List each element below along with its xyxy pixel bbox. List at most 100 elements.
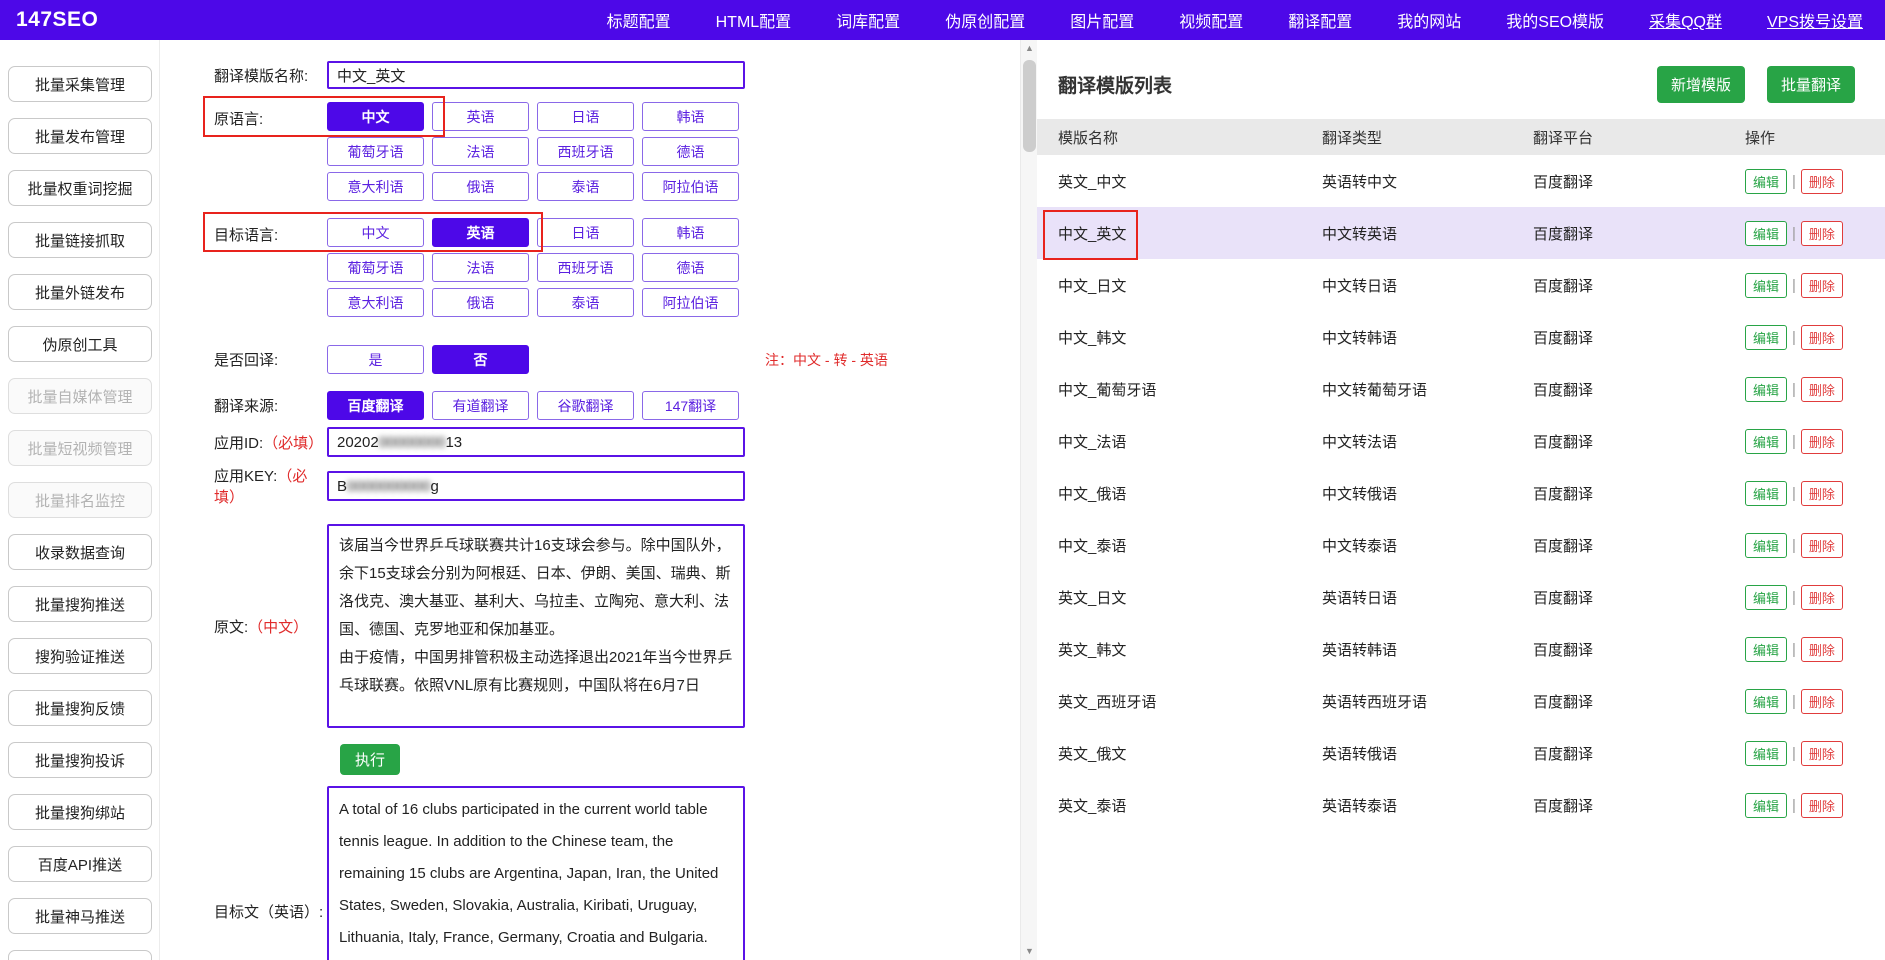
action-separator: | xyxy=(1792,589,1796,606)
target-language-option[interactable]: 阿拉伯语 xyxy=(642,288,739,317)
target-language-option[interactable]: 葡萄牙语 xyxy=(327,253,424,282)
sidebar-item[interactable]: 批量搜狗反馈 xyxy=(8,690,152,726)
nav-item[interactable]: 采集QQ群 xyxy=(1649,8,1722,32)
edit-button[interactable]: 编辑 xyxy=(1745,585,1787,610)
back-translate-option[interactable]: 否 xyxy=(432,345,529,374)
target-text-area[interactable]: A total of 16 clubs participated in the … xyxy=(327,786,745,960)
scroll-up-arrow-icon[interactable]: ▲ xyxy=(1021,40,1038,57)
edit-button[interactable]: 编辑 xyxy=(1745,741,1787,766)
target-language-option[interactable]: 西班牙语 xyxy=(537,253,634,282)
target-language-option[interactable]: 英语 xyxy=(432,218,529,247)
panel-header: 翻译模版列表 新增模版 批量翻译 xyxy=(1037,40,1885,103)
source-language-option[interactable]: 俄语 xyxy=(432,172,529,201)
sidebar-item[interactable]: 批量神马推送 xyxy=(8,898,152,934)
batch-translate-button[interactable]: 批量翻译 xyxy=(1767,66,1855,103)
sidebar-item[interactable]: 伪原创工具 xyxy=(8,326,152,362)
target-language-option[interactable]: 韩语 xyxy=(642,218,739,247)
sidebar-item[interactable]: 批量外链发布 xyxy=(8,274,152,310)
edit-button[interactable]: 编辑 xyxy=(1745,793,1787,818)
edit-button[interactable]: 编辑 xyxy=(1745,429,1787,454)
source-language-option[interactable]: 阿拉伯语 xyxy=(642,172,739,201)
delete-button[interactable]: 删除 xyxy=(1801,169,1843,194)
nav-item[interactable]: 视频配置 xyxy=(1179,8,1243,32)
delete-button[interactable]: 删除 xyxy=(1801,221,1843,246)
target-language-option[interactable]: 泰语 xyxy=(537,288,634,317)
delete-button[interactable]: 删除 xyxy=(1801,429,1843,454)
sidebar-item[interactable]: 批量链接抓取 xyxy=(8,222,152,258)
translate-source-option[interactable]: 有道翻译 xyxy=(432,391,529,420)
add-template-button[interactable]: 新增模版 xyxy=(1657,66,1745,103)
target-language-option[interactable]: 中文 xyxy=(327,218,424,247)
template-name-cell: 英文_中文 xyxy=(1058,171,1322,192)
row-actions: 编辑|删除 xyxy=(1745,533,1885,558)
nav-item[interactable]: 我的SEO模版 xyxy=(1506,8,1604,32)
sidebar-item[interactable]: 批量搜狗绑站 xyxy=(8,794,152,830)
sidebar-item[interactable]: 批量搜狗投诉 xyxy=(8,742,152,778)
delete-button[interactable]: 删除 xyxy=(1801,481,1843,506)
template-name-input[interactable] xyxy=(327,61,745,89)
delete-button[interactable]: 删除 xyxy=(1801,741,1843,766)
table-header-row: 模版名称 翻译类型 翻译平台 操作 xyxy=(1037,119,1885,155)
target-language-option[interactable]: 意大利语 xyxy=(327,288,424,317)
translate-source-option[interactable]: 147翻译 xyxy=(642,391,739,420)
sidebar-item[interactable]: 批量发布管理 xyxy=(8,118,152,154)
original-text-area[interactable]: 该届当今世界乒乓球联赛共计16支球会参与。除中国队外，余下15支球会分别为阿根廷… xyxy=(327,524,745,728)
nav-item[interactable]: 伪原创配置 xyxy=(945,8,1025,32)
source-language-option[interactable]: 中文 xyxy=(327,102,424,131)
edit-button[interactable]: 编辑 xyxy=(1745,325,1787,350)
delete-button[interactable]: 删除 xyxy=(1801,793,1843,818)
translate-source-option[interactable]: 谷歌翻译 xyxy=(537,391,634,420)
sidebar-item[interactable]: 批量权重词挖掘 xyxy=(8,170,152,206)
edit-button[interactable]: 编辑 xyxy=(1745,533,1787,558)
delete-button[interactable]: 删除 xyxy=(1801,689,1843,714)
edit-button[interactable]: 编辑 xyxy=(1745,273,1787,298)
source-language-option[interactable]: 泰语 xyxy=(537,172,634,201)
delete-button[interactable]: 删除 xyxy=(1801,377,1843,402)
source-language-option[interactable]: 英语 xyxy=(432,102,529,131)
delete-button[interactable]: 删除 xyxy=(1801,637,1843,662)
edit-button[interactable]: 编辑 xyxy=(1745,169,1787,194)
source-language-option[interactable]: 日语 xyxy=(537,102,634,131)
source-language-option[interactable]: 德语 xyxy=(642,137,739,166)
target-language-option[interactable]: 德语 xyxy=(642,253,739,282)
sidebar-item[interactable]: 批量搜狗推送 xyxy=(8,586,152,622)
nav-item[interactable]: 翻译配置 xyxy=(1288,8,1352,32)
form-vertical-scrollbar[interactable]: ▲ ▼ xyxy=(1020,40,1037,960)
source-language-option[interactable]: 法语 xyxy=(432,137,529,166)
edit-button[interactable]: 编辑 xyxy=(1745,221,1787,246)
app-key-visible-suffix: g xyxy=(430,478,438,495)
nav-item[interactable]: 词库配置 xyxy=(836,8,900,32)
target-language-option[interactable]: 日语 xyxy=(537,218,634,247)
translation-type-cell: 中文转英语 xyxy=(1322,223,1533,244)
sidebar-item[interactable]: 百度API推送 xyxy=(8,846,152,882)
edit-button[interactable]: 编辑 xyxy=(1745,689,1787,714)
target-language-option[interactable]: 法语 xyxy=(432,253,529,282)
sidebar-item[interactable]: 搜狗验证推送 xyxy=(8,638,152,674)
edit-button[interactable]: 编辑 xyxy=(1745,377,1787,402)
back-translate-option[interactable]: 是 xyxy=(327,345,424,374)
nav-item[interactable]: 我的网站 xyxy=(1397,8,1461,32)
nav-item[interactable]: VPS拨号设置 xyxy=(1767,8,1863,32)
delete-button[interactable]: 删除 xyxy=(1801,533,1843,558)
delete-button[interactable]: 删除 xyxy=(1801,273,1843,298)
nav-item[interactable]: 图片配置 xyxy=(1070,8,1134,32)
execute-button[interactable]: 执行 xyxy=(340,744,400,775)
app-id-input[interactable]: 202020000000013 xyxy=(327,427,745,457)
nav-item[interactable]: 标题配置 xyxy=(607,8,671,32)
target-language-option[interactable]: 俄语 xyxy=(432,288,529,317)
edit-button[interactable]: 编辑 xyxy=(1745,481,1787,506)
scrollbar-thumb[interactable] xyxy=(1023,60,1036,152)
source-language-option[interactable]: 西班牙语 xyxy=(537,137,634,166)
sidebar-item[interactable]: 收录数据查询 xyxy=(8,534,152,570)
nav-item[interactable]: HTML配置 xyxy=(716,8,792,32)
delete-button[interactable]: 删除 xyxy=(1801,585,1843,610)
scroll-down-arrow-icon[interactable]: ▼ xyxy=(1021,943,1038,960)
translate-source-option[interactable]: 百度翻译 xyxy=(327,391,424,420)
source-language-option[interactable]: 韩语 xyxy=(642,102,739,131)
sidebar-item[interactable]: 批量采集管理 xyxy=(8,66,152,102)
delete-button[interactable]: 删除 xyxy=(1801,325,1843,350)
source-language-option[interactable]: 意大利语 xyxy=(327,172,424,201)
edit-button[interactable]: 编辑 xyxy=(1745,637,1787,662)
app-key-input[interactable]: B0000000000g xyxy=(327,471,745,501)
source-language-option[interactable]: 葡萄牙语 xyxy=(327,137,424,166)
